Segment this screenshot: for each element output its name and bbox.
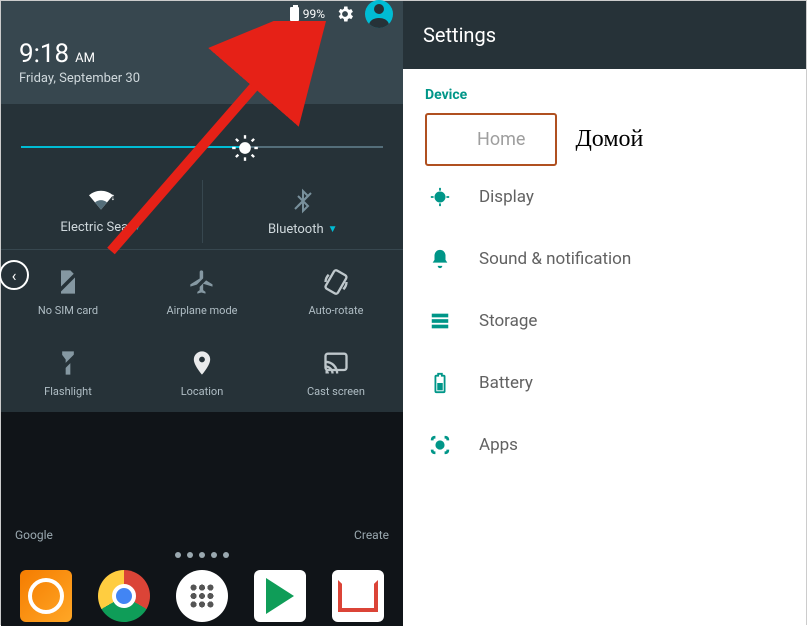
bluetooth-toggle[interactable]: Bluetooth ▼	[202, 180, 404, 243]
bell-icon	[429, 248, 451, 270]
settings-gear-icon[interactable]	[335, 4, 355, 24]
back-button[interactable]: ‹	[0, 260, 29, 290]
tile-label: Airplane mode	[166, 304, 237, 317]
settings-item-apps[interactable]: Apps	[403, 414, 806, 476]
settings-item-label: Display	[479, 187, 534, 207]
flashlight-icon	[54, 349, 82, 377]
search-left-label: Google	[15, 528, 53, 542]
cast-icon	[322, 349, 350, 377]
sim-off-icon	[54, 268, 82, 296]
user-avatar-icon[interactable]	[365, 0, 393, 28]
home-translation-label: Домой	[575, 126, 643, 153]
search-right-label: Create	[354, 528, 389, 542]
chevron-down-icon: ▼	[328, 224, 338, 235]
chevron-down-icon: ▼	[132, 222, 142, 233]
app-icon-browser[interactable]	[20, 570, 72, 622]
location-icon	[188, 349, 216, 377]
tile-flashlight[interactable]: Flashlight	[1, 331, 135, 412]
settings-item-label: Apps	[479, 435, 518, 455]
clock-time: 9:18	[19, 39, 69, 69]
tile-autorotate[interactable]: Auto-rotate	[269, 250, 403, 331]
settings-item-home[interactable]: Home	[425, 113, 557, 166]
settings-item-display[interactable]: Display	[403, 166, 806, 228]
clock-date: Friday, September 30	[19, 71, 385, 86]
tile-label: Location	[181, 385, 224, 398]
page-indicator	[1, 542, 403, 564]
battery-indicator: 99%	[290, 7, 325, 21]
clock-block: 9:18 AM Friday, September 30	[1, 25, 403, 104]
battery-icon	[290, 7, 299, 21]
settings-item-storage[interactable]: Storage	[403, 290, 806, 352]
tile-label: Cast screen	[307, 385, 365, 398]
wifi-icon: ↕	[86, 188, 116, 212]
autorotate-icon	[322, 268, 350, 296]
wifi-label: Electric Sea	[60, 220, 128, 235]
display-icon	[429, 186, 451, 208]
tile-label: No SIM card	[38, 304, 98, 317]
bluetooth-label: Bluetooth	[268, 222, 324, 237]
tile-airplane[interactable]: Airplane mode	[135, 250, 269, 331]
qs-inner: 99% 9:18 AM Friday, September 30	[1, 1, 403, 412]
wifi-toggle[interactable]: ↕ Electric Sea ▼	[1, 180, 202, 243]
section-header-device: Device	[403, 69, 806, 113]
settings-screen: Settings Device Home Домой Display Sound…	[403, 1, 806, 626]
tile-cast[interactable]: Cast screen	[269, 331, 403, 412]
storage-icon	[429, 310, 451, 332]
airplane-icon	[188, 268, 216, 296]
battery-icon	[429, 372, 451, 394]
tile-location[interactable]: Location	[135, 331, 269, 412]
settings-item-battery[interactable]: Battery	[403, 352, 806, 414]
brightness-slider[interactable]	[21, 124, 383, 172]
settings-item-label: Sound & notification	[479, 249, 631, 269]
bluetooth-off-icon	[291, 188, 315, 214]
home-screen: Google Create	[1, 412, 403, 626]
settings-item-label: Battery	[479, 373, 533, 393]
tiles-grid: ‹ No SIM card Airplane mode Auto-rotate …	[1, 250, 403, 412]
primary-toggles-row: ↕ Electric Sea ▼ Bluetooth ▼	[1, 180, 403, 250]
settings-title: Settings	[403, 1, 806, 69]
settings-item-label: Home	[477, 129, 525, 150]
brightness-icon[interactable]	[231, 134, 259, 162]
tile-label: Flashlight	[44, 385, 92, 398]
settings-item-label: Storage	[479, 311, 537, 331]
settings-item-sound[interactable]: Sound & notification	[403, 228, 806, 290]
app-icon-gmail[interactable]	[332, 570, 384, 622]
search-widget[interactable]: Google Create	[1, 524, 403, 542]
status-bar: 99%	[1, 1, 403, 25]
app-drawer-button[interactable]	[176, 570, 228, 622]
svg-text:↕: ↕	[111, 192, 116, 203]
dock	[1, 564, 403, 626]
battery-percent: 99%	[303, 7, 325, 21]
apps-icon	[429, 434, 451, 456]
app-icon-play-store[interactable]	[254, 570, 306, 622]
clock-ampm: AM	[75, 51, 95, 66]
tile-label: Auto-rotate	[309, 304, 364, 317]
app-icon-chrome[interactable]	[98, 570, 150, 622]
quick-settings-panel: 99% 9:18 AM Friday, September 30	[1, 1, 403, 626]
